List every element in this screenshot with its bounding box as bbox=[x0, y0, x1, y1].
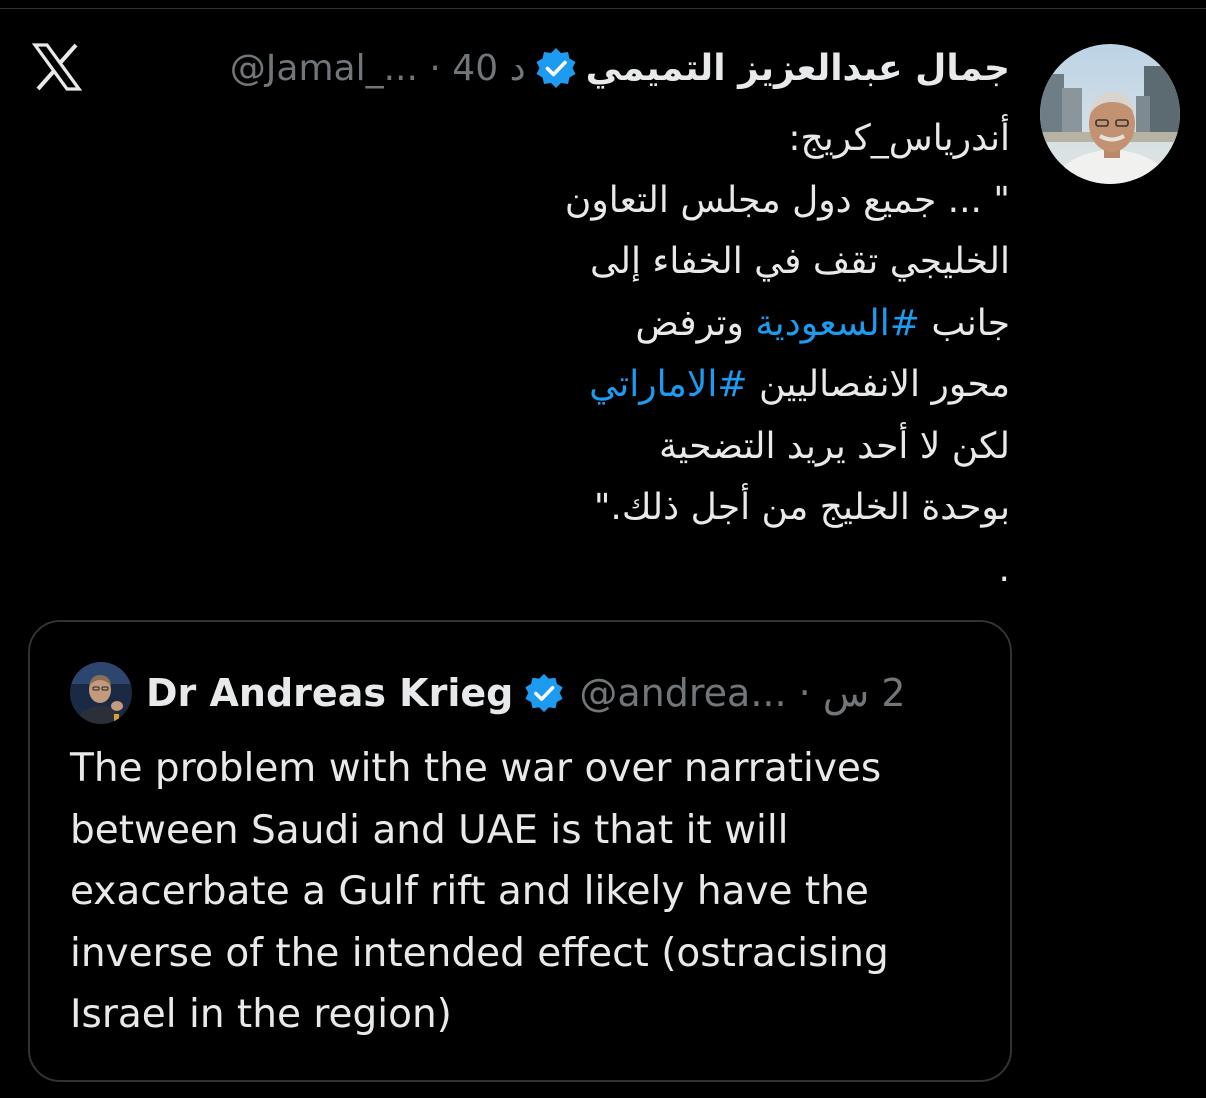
hashtag-emirati[interactable]: #الاماراتي bbox=[589, 364, 747, 405]
quoted-tweet-meta: @andrea... · 2 س bbox=[579, 671, 905, 715]
tweet-text-fragment: جانب bbox=[931, 302, 1010, 344]
tweet-text: أندرياس_كريج: " ... جميع دول مجلس التعاو… bbox=[390, 108, 1010, 600]
quoted-author-avatar[interactable] bbox=[70, 662, 132, 724]
tweet-text-fragment: وترفض bbox=[635, 302, 744, 344]
tweet-line: أندرياس_كريج: bbox=[788, 118, 1010, 159]
quoted-tweet-line: inverse of the intended effect (ostracis… bbox=[70, 930, 889, 976]
tweet-meta: @Jamal_... · 40 د bbox=[230, 48, 526, 89]
meta-separator: · bbox=[798, 671, 811, 715]
quoted-tweet-text: The problem with the war over narratives… bbox=[70, 738, 990, 1046]
verified-badge-icon bbox=[534, 46, 578, 90]
meta-separator: · bbox=[429, 47, 441, 89]
verified-badge-icon bbox=[523, 672, 565, 714]
tweet-line: الخليجي تقف في الخفاء إلى bbox=[589, 241, 1010, 282]
tweet-text-fragment: محور الانفصاليين bbox=[759, 364, 1010, 405]
quoted-tweet-time[interactable]: 2 س bbox=[823, 671, 906, 715]
tweet-line: " ... جميع دول مجلس التعاون bbox=[564, 179, 1010, 221]
tweet-time[interactable]: 40 د bbox=[452, 48, 525, 89]
author-avatar[interactable] bbox=[1040, 44, 1180, 184]
quoted-tweet-card[interactable]: Dr Andreas Krieg @andrea... · 2 س The pr… bbox=[28, 620, 1012, 1082]
tweet-header: جمال عبدالعزيز التميمي @Jamal_... · 40 د bbox=[230, 38, 1010, 98]
tweet-line: بوحدة الخليج من أجل ذلك." bbox=[593, 487, 1010, 528]
author-name[interactable]: جمال عبدالعزيز التميمي bbox=[586, 48, 1010, 89]
top-divider bbox=[0, 8, 1206, 9]
quoted-tweet-line: between Saudi and UAE is that it will bbox=[70, 807, 789, 853]
quoted-tweet-line: Israel in the region) bbox=[70, 992, 452, 1037]
tweet-line: لكن لا أحد يريد التضحية bbox=[659, 425, 1010, 467]
tweet-line: محور الانفصاليين #الاماراتي bbox=[390, 354, 1010, 416]
quoted-author-handle[interactable]: @andrea... bbox=[579, 671, 786, 715]
tweet-line: . bbox=[998, 548, 1010, 590]
quoted-author-name[interactable]: Dr Andreas Krieg bbox=[146, 671, 513, 715]
tweet-line: جانب #السعودية وترفض bbox=[390, 293, 1010, 355]
hashtag-saudi[interactable]: #السعودية bbox=[755, 303, 920, 344]
x-logo-icon[interactable] bbox=[31, 42, 83, 92]
quoted-tweet-line: The problem with the war over narratives bbox=[70, 746, 882, 791]
quoted-tweet-header: Dr Andreas Krieg @andrea... · 2 س bbox=[146, 662, 906, 724]
quoted-tweet-line: exacerbate a Gulf rift and likely have t… bbox=[70, 869, 869, 914]
author-handle[interactable]: @Jamal_... bbox=[230, 48, 418, 89]
